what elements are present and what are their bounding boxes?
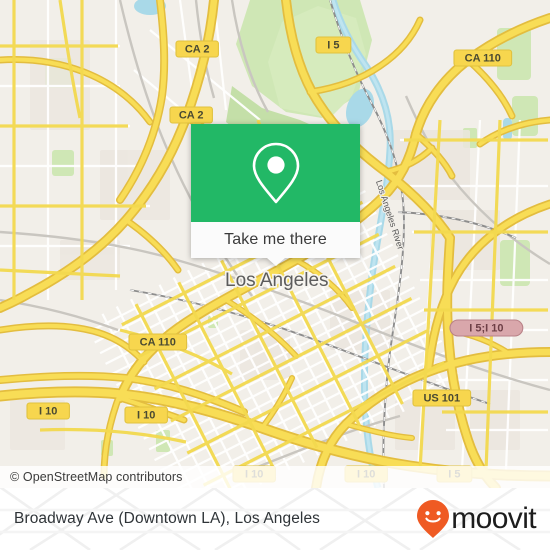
highway-shield-label: CA 2 [185, 44, 210, 56]
highway-shield: I 10 [124, 406, 168, 424]
map-attribution: © OpenStreetMap contributors [0, 466, 550, 488]
highway-shield-label: I 5;I 10 [469, 323, 503, 335]
take-me-there-label: Take me there [224, 231, 327, 248]
city-label-group: Los Angeles [223, 268, 330, 292]
highway-shield: CA 2 [169, 106, 213, 124]
highway-shield-label: CA 2 [179, 110, 204, 122]
moovit-wordmark: moovit [451, 502, 536, 535]
highway-shield: CA 110 [453, 49, 513, 67]
highway-shield-label: CA 110 [140, 337, 176, 349]
callout-tail [266, 258, 285, 266]
highway-shield: I 5 [315, 36, 352, 54]
highway-shield-label: I 5 [327, 40, 339, 52]
highway-shield-label: CA 110 [465, 53, 501, 65]
location-title: Broadway Ave (Downtown LA), Los Angeles [14, 510, 321, 527]
highway-shield: CA 110 [128, 333, 188, 351]
highway-shield: US 101 [412, 389, 472, 407]
attribution-text: © OpenStreetMap contributors [10, 470, 183, 484]
city-label: Los Angeles [225, 270, 329, 291]
footer-bar: Broadway Ave (Downtown LA), Los Angeles … [0, 488, 550, 550]
highway-shield: I 5;I 10 [449, 319, 524, 337]
highway-shield-label: I 10 [39, 406, 57, 418]
take-me-there-callout[interactable]: Take me there [191, 124, 360, 266]
map-pin-icon [252, 142, 299, 204]
callout-pin-area [191, 124, 360, 222]
highway-shield-label: US 101 [423, 393, 460, 405]
moovit-brand[interactable]: moovit [416, 499, 537, 539]
highway-shield: I 10 [26, 402, 70, 420]
callout-action-bar[interactable]: Take me there [191, 222, 360, 266]
moovit-map-screenshot: Los Angeles Los Angeles River CA 2I 5 CA … [0, 0, 550, 550]
highway-shield-label: I 10 [137, 410, 155, 422]
highway-shield: CA 2 [175, 40, 219, 58]
moovit-smile-pin-icon [417, 500, 450, 538]
